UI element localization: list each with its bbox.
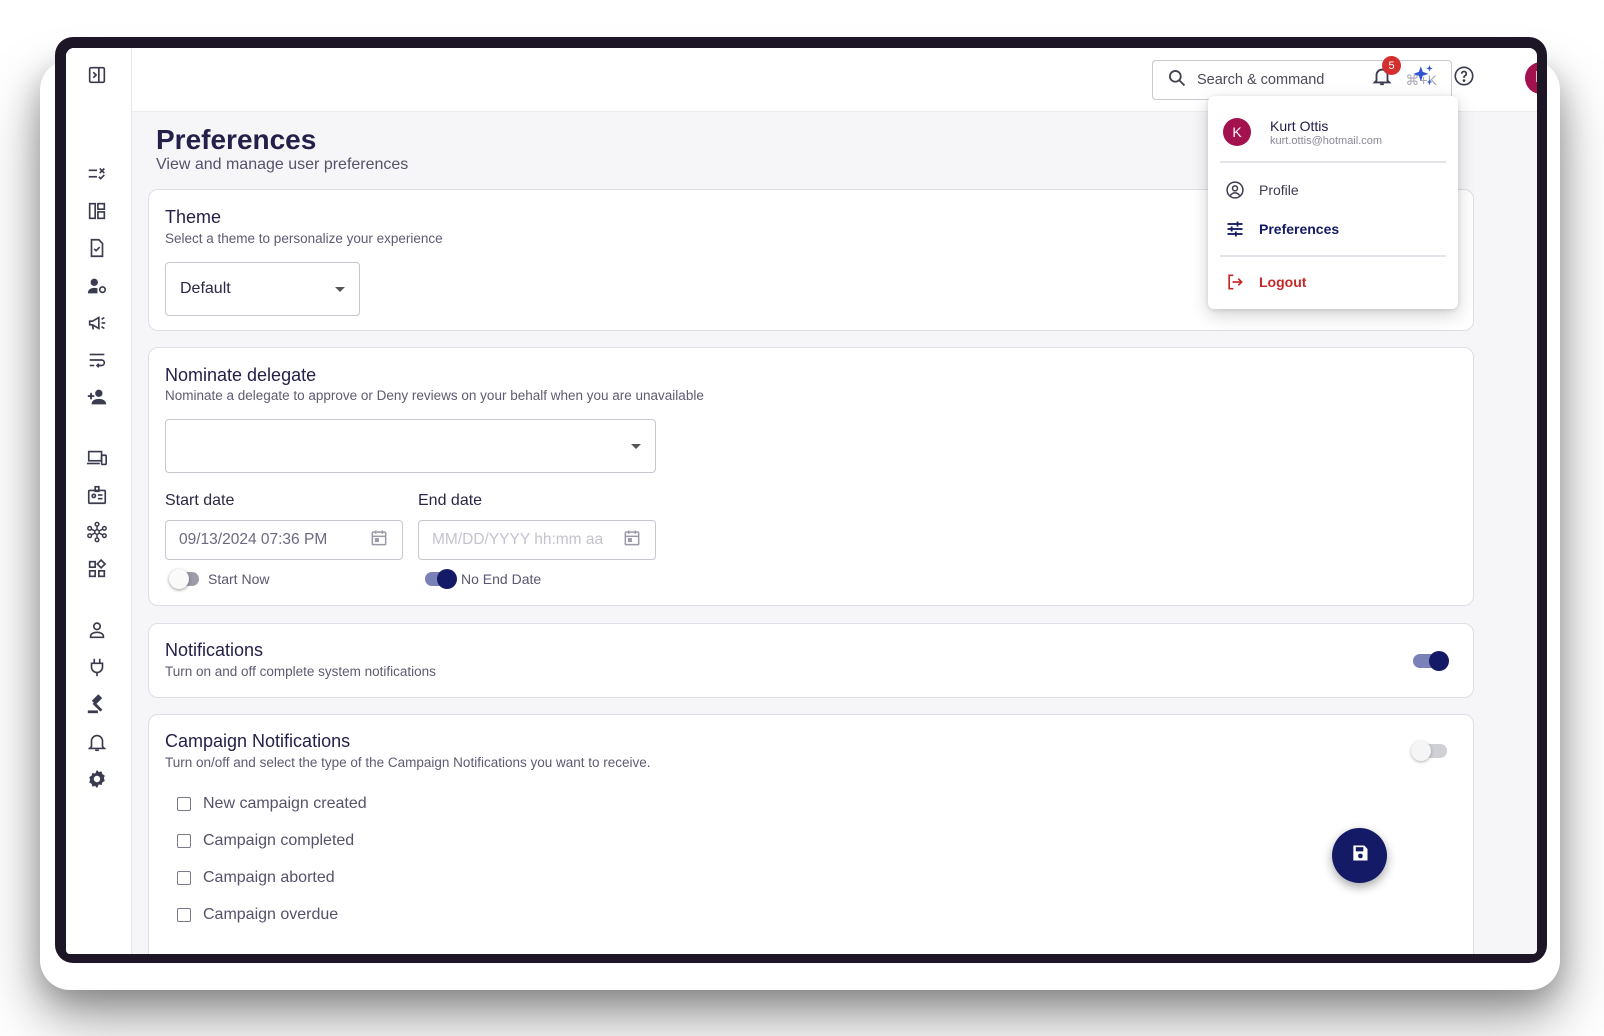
save-button[interactable] — [1332, 828, 1387, 883]
gear-icon[interactable] — [84, 766, 110, 792]
sidebar-toggle-icon[interactable] — [84, 62, 110, 88]
no-end-date-label: No End Date — [461, 571, 542, 587]
checkbox-campaign-overdue[interactable]: Campaign overdue — [177, 906, 338, 924]
campaign-notifications-card: Campaign Notifications Turn on/off and s… — [148, 714, 1474, 954]
toggle-knob — [1429, 651, 1449, 671]
menu-item-profile[interactable]: Profile — [1224, 176, 1444, 204]
wrap-text-icon[interactable] — [84, 347, 110, 373]
notifications-card: Notifications Turn on and off complete s… — [148, 623, 1474, 698]
start-now-label: Start Now — [208, 571, 270, 587]
widgets-icon[interactable] — [84, 556, 110, 582]
notification-badge: 5 — [1382, 56, 1401, 75]
checkbox-box[interactable] — [177, 834, 191, 848]
ai-assistant-button[interactable] — [1409, 64, 1437, 92]
toggle-knob — [437, 569, 457, 589]
delegate-select[interactable] — [165, 419, 656, 473]
user-avatar-button[interactable]: K — [1525, 62, 1537, 94]
page-title: Preferences — [156, 124, 317, 155]
devices-icon[interactable] — [84, 445, 110, 471]
menu-item-label: Profile — [1259, 182, 1299, 198]
sidebar — [66, 48, 132, 954]
checklist-icon[interactable] — [84, 161, 110, 187]
start-date-label: Start date — [165, 492, 235, 509]
help-button[interactable] — [1450, 64, 1478, 92]
chevron-down-icon — [631, 443, 641, 449]
end-date-placeholder: MM/DD/YYYY hh:mm aa — [432, 531, 604, 548]
notifications-button[interactable]: 5 — [1368, 56, 1401, 92]
start-now-toggle[interactable] — [169, 569, 199, 589]
plug-icon[interactable] — [84, 654, 110, 680]
delegate-description: Nominate a delegate to approve or Deny r… — [165, 388, 704, 403]
end-date-input[interactable]: MM/DD/YYYY hh:mm aa — [418, 520, 656, 560]
delegate-title: Nominate delegate — [165, 365, 317, 385]
checkbox-campaign-aborted[interactable]: Campaign aborted — [177, 869, 335, 887]
chevron-down-icon — [335, 286, 345, 292]
help-icon — [1453, 65, 1475, 92]
toggle-knob — [169, 569, 189, 589]
delegate-card: Nominate delegate Nominate a delegate to… — [148, 347, 1474, 606]
sparkle-icon — [1410, 63, 1436, 94]
network-icon[interactable] — [84, 519, 110, 545]
menu-divider — [1220, 161, 1446, 163]
page-subtitle: View and manage user preferences — [156, 156, 409, 173]
bell-icon[interactable] — [84, 729, 110, 755]
toggle-knob — [1411, 741, 1431, 761]
theme-select[interactable]: Default — [165, 262, 360, 316]
theme-description: Select a theme to personalize your exper… — [165, 231, 443, 246]
user-settings-icon[interactable] — [84, 273, 110, 299]
checkbox-label: Campaign overdue — [203, 906, 339, 923]
menu-user-name: Kurt Ottis — [1270, 118, 1329, 134]
badge-icon[interactable] — [84, 482, 110, 508]
checkbox-campaign-completed[interactable]: Campaign completed — [177, 832, 354, 850]
end-date-label: End date — [418, 492, 483, 509]
search-input[interactable]: Search & command ⌘+K — [1152, 60, 1452, 100]
checkbox-label: Campaign completed — [203, 832, 355, 849]
app-screen: Search & command ⌘+K 5 K Preferences Vie… — [66, 48, 1537, 954]
dashboard-icon[interactable] — [84, 198, 110, 224]
checkbox-new-campaign-created[interactable]: New campaign created — [177, 795, 367, 813]
task-icon[interactable] — [84, 235, 110, 261]
menu-avatar: K — [1223, 118, 1251, 146]
search-icon — [1167, 68, 1187, 93]
save-icon — [1350, 843, 1370, 868]
notifications-title: Notifications — [165, 640, 264, 660]
add-user-icon[interactable] — [84, 384, 110, 410]
campaign-icon[interactable] — [84, 310, 110, 336]
menu-item-label: Logout — [1259, 274, 1307, 290]
start-date-value: 09/13/2024 07:36 PM — [179, 531, 328, 548]
tune-icon — [1224, 218, 1246, 240]
account-circle-icon — [1224, 179, 1246, 201]
checkbox-label: Campaign aborted — [203, 869, 335, 886]
user-menu: K Kurt Ottis kurt.ottis@hotmail.com Prof… — [1208, 96, 1458, 309]
campaign-title: Campaign Notifications — [165, 731, 351, 751]
campaign-description: Turn on/off and select the type of the C… — [165, 755, 651, 770]
person-icon[interactable] — [84, 617, 110, 643]
calendar-icon[interactable] — [369, 528, 389, 553]
gavel-icon[interactable] — [84, 691, 110, 717]
logout-icon — [1224, 271, 1246, 293]
menu-item-preferences[interactable]: Preferences — [1224, 215, 1444, 243]
campaign-notifications-toggle[interactable] — [1411, 741, 1447, 761]
menu-item-label: Preferences — [1259, 221, 1340, 237]
checkbox-label: New campaign created — [203, 795, 367, 812]
checkbox-box[interactable] — [177, 871, 191, 885]
theme-select-value: Default — [180, 280, 231, 297]
theme-title: Theme — [165, 207, 222, 227]
menu-user-email: kurt.ottis@hotmail.com — [1270, 135, 1383, 147]
notifications-toggle[interactable] — [1413, 651, 1449, 671]
menu-divider — [1220, 255, 1446, 257]
checkbox-box[interactable] — [177, 797, 191, 811]
notifications-description: Turn on and off complete system notifica… — [165, 664, 436, 679]
no-end-date-toggle[interactable] — [425, 569, 457, 589]
checkbox-box[interactable] — [177, 908, 191, 922]
start-date-input[interactable]: 09/13/2024 07:36 PM — [165, 520, 403, 560]
calendar-icon[interactable] — [622, 528, 642, 553]
menu-item-logout[interactable]: Logout — [1224, 268, 1444, 296]
